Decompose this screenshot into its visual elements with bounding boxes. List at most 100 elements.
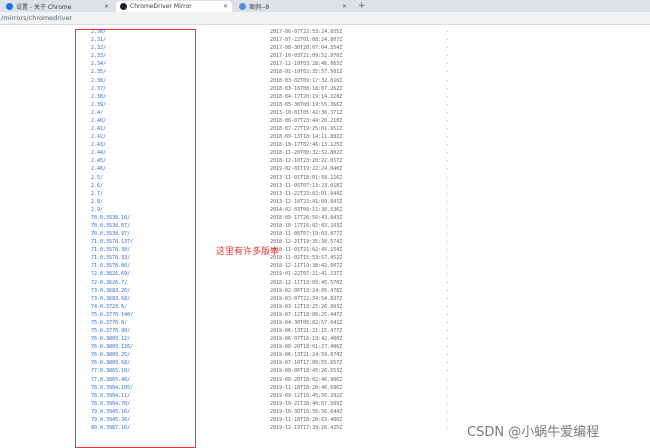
modified-date: 2019-04-30T00:02:57.641Z (270, 319, 343, 326)
modified-date: 2019-11-18T18:20:03.400Z (270, 416, 343, 423)
modified-date: 2017-06-07T22:53:24.655Z (270, 29, 343, 36)
file-size: - (446, 37, 450, 44)
modified-date: 2017-08-30T20:07:04.354Z (270, 45, 343, 52)
modified-date: 2019-10-21T20:40:07.509Z (270, 400, 343, 407)
file-size: - (446, 360, 450, 367)
file-size: - (446, 295, 450, 302)
tab-case-8[interactable]: 案例--8 ✕ (235, 1, 351, 12)
file-size: - (446, 352, 450, 359)
file-size: - (446, 93, 450, 100)
modified-date: 2019-11-18T18:20:40.686Z (270, 384, 343, 391)
file-size: - (446, 400, 450, 407)
annotation-text: 这里有许多版本 (216, 247, 280, 257)
file-size: - (446, 190, 450, 197)
modified-date: 2018-03-16T08:18:07.262Z (270, 85, 343, 92)
file-size: - (446, 166, 450, 173)
modified-date: 2018-12-21T19:35:38.574Z (270, 239, 343, 246)
tab-settings-about-chrome[interactable]: 设置 - 关于 Chrome ✕ (2, 1, 113, 12)
file-size: - (446, 134, 450, 141)
modified-date: 2018-09-13T18:14:11.882Z (270, 134, 343, 141)
file-size: - (446, 223, 450, 229)
file-size: - (446, 158, 450, 165)
modified-date: 2018-09-17T20:50:43.843Z (270, 214, 343, 221)
file-size: - (446, 142, 450, 149)
modified-date: 2019-09-12T16:45:50.292Z (270, 392, 343, 399)
modified-date: 2019-08-20T18:01:27.496Z (270, 344, 343, 351)
file-size: - (446, 45, 450, 52)
modified-date: 2018-12-11T19:38:42.607Z (270, 263, 343, 270)
file-size: - (446, 109, 450, 116)
modified-date: 2018-05-30T08:19:55.366Z (270, 101, 343, 108)
modified-date: 2019-06-13T21:21:15.477Z (270, 328, 343, 335)
file-size: - (446, 263, 450, 270)
file-size: - (446, 77, 450, 84)
file-size: - (446, 69, 450, 76)
file-size: - (446, 231, 450, 238)
mirror-site-icon (120, 3, 127, 10)
modified-date: 2017-12-10T03:28:46.063Z (270, 61, 343, 68)
file-size: - (446, 150, 450, 157)
address-bar[interactable]: /mirrors/chromedriver (0, 12, 650, 25)
modified-date: 2019-08-20T18:02:46.906Z (270, 376, 343, 383)
file-size: - (446, 206, 450, 213)
modified-date: 2018-11-01T21:02:45.154Z (270, 247, 343, 254)
file-size: - (446, 247, 450, 254)
modified-date: 2013-11-01T18:01:58.116Z (270, 174, 343, 181)
file-size: - (446, 303, 450, 310)
close-icon[interactable]: ✕ (342, 3, 347, 10)
modified-date: 2017-07-22T01:08:24.807Z (270, 37, 343, 44)
file-size: - (446, 271, 450, 278)
modified-date: 2019-02-06T19:24:05.478Z (270, 287, 343, 294)
modified-date: 2018-01-10T02:35:57.501Z (270, 69, 343, 76)
tab-title: 案例--8 (249, 4, 270, 11)
modified-date: 2019-03-12T19:25:26.063Z (270, 303, 343, 310)
modified-date: 2013-11-05T07:13:23.018Z (270, 182, 343, 189)
file-size: - (446, 29, 450, 36)
close-icon[interactable]: ✕ (223, 3, 228, 10)
modified-date: 2018-12-10T23:20:22.017Z (270, 158, 343, 165)
file-size: - (446, 425, 450, 431)
modified-date: 2018-06-07T23:44:20.210Z (270, 117, 343, 124)
modified-date: 2013-11-22T23:02:01.944Z (270, 190, 343, 197)
modified-date: 2017-10-03T21:09:52.970Z (270, 53, 343, 60)
globe-icon (239, 3, 246, 10)
modified-date: 2019-03-07T22:34:54.837Z (270, 295, 343, 302)
modified-date: 2018-11-20T00:32:52.802Z (270, 150, 343, 157)
file-size: - (446, 126, 450, 133)
modified-date: 2018-11-06T07:19:03.877Z (270, 231, 343, 238)
modified-date: 2018-12-11T19:09:45.570Z (270, 279, 343, 286)
modified-date: 2018-03-02T09:17:32.016Z (270, 77, 343, 84)
settings-gear-icon (6, 3, 13, 10)
file-size: - (446, 416, 450, 423)
modified-date: 2019-10-30T16:56:56.644Z (270, 408, 343, 415)
file-size: - (446, 198, 450, 205)
modified-date: 2019-07-16T17:00:55.657Z (270, 360, 343, 367)
highlight-box (75, 29, 196, 448)
modified-date: 2019-06-07T16:19:42.400Z (270, 336, 343, 343)
file-size: - (446, 287, 450, 294)
file-size: - (446, 174, 450, 181)
modified-date: 2018-10-17T02:46:13.125Z (270, 142, 343, 149)
modified-date: 2013-10-01T05:42:36.371Z (270, 109, 343, 116)
tab-title: ChromeDriver Mirror (130, 3, 192, 10)
file-size: - (446, 101, 450, 108)
url-text[interactable]: /mirrors/chromedriver (1, 14, 72, 22)
modified-date: 2018-04-17T20:19:14.328Z (270, 93, 343, 100)
close-icon[interactable]: ✕ (104, 3, 109, 10)
modified-date: 2019-06-13T21:24:59.874Z (270, 352, 343, 359)
tab-strip: 设置 - 关于 Chrome ✕ ChromeDriver Mirror ✕ 案… (0, 0, 650, 12)
file-size: - (446, 328, 450, 335)
file-size: - (446, 376, 450, 383)
modified-date: 2019-02-01T19:22:24.040Z (270, 166, 343, 173)
file-size: - (446, 392, 450, 399)
modified-date: 2018-11-02T15:53:57.452Z (270, 255, 343, 262)
file-size: - (446, 336, 450, 343)
file-size: - (446, 53, 450, 60)
file-size: - (446, 61, 450, 68)
modified-date: 2018-10-17T16:02:03.103Z (270, 223, 343, 229)
modified-date: 2019-12-19T17:39:26.425Z (270, 425, 343, 431)
tab-chromedriver-mirror[interactable]: ChromeDriver Mirror ✕ (116, 1, 232, 12)
file-size: - (446, 384, 450, 391)
file-size: - (446, 279, 450, 286)
new-tab-button[interactable]: + (358, 0, 366, 12)
